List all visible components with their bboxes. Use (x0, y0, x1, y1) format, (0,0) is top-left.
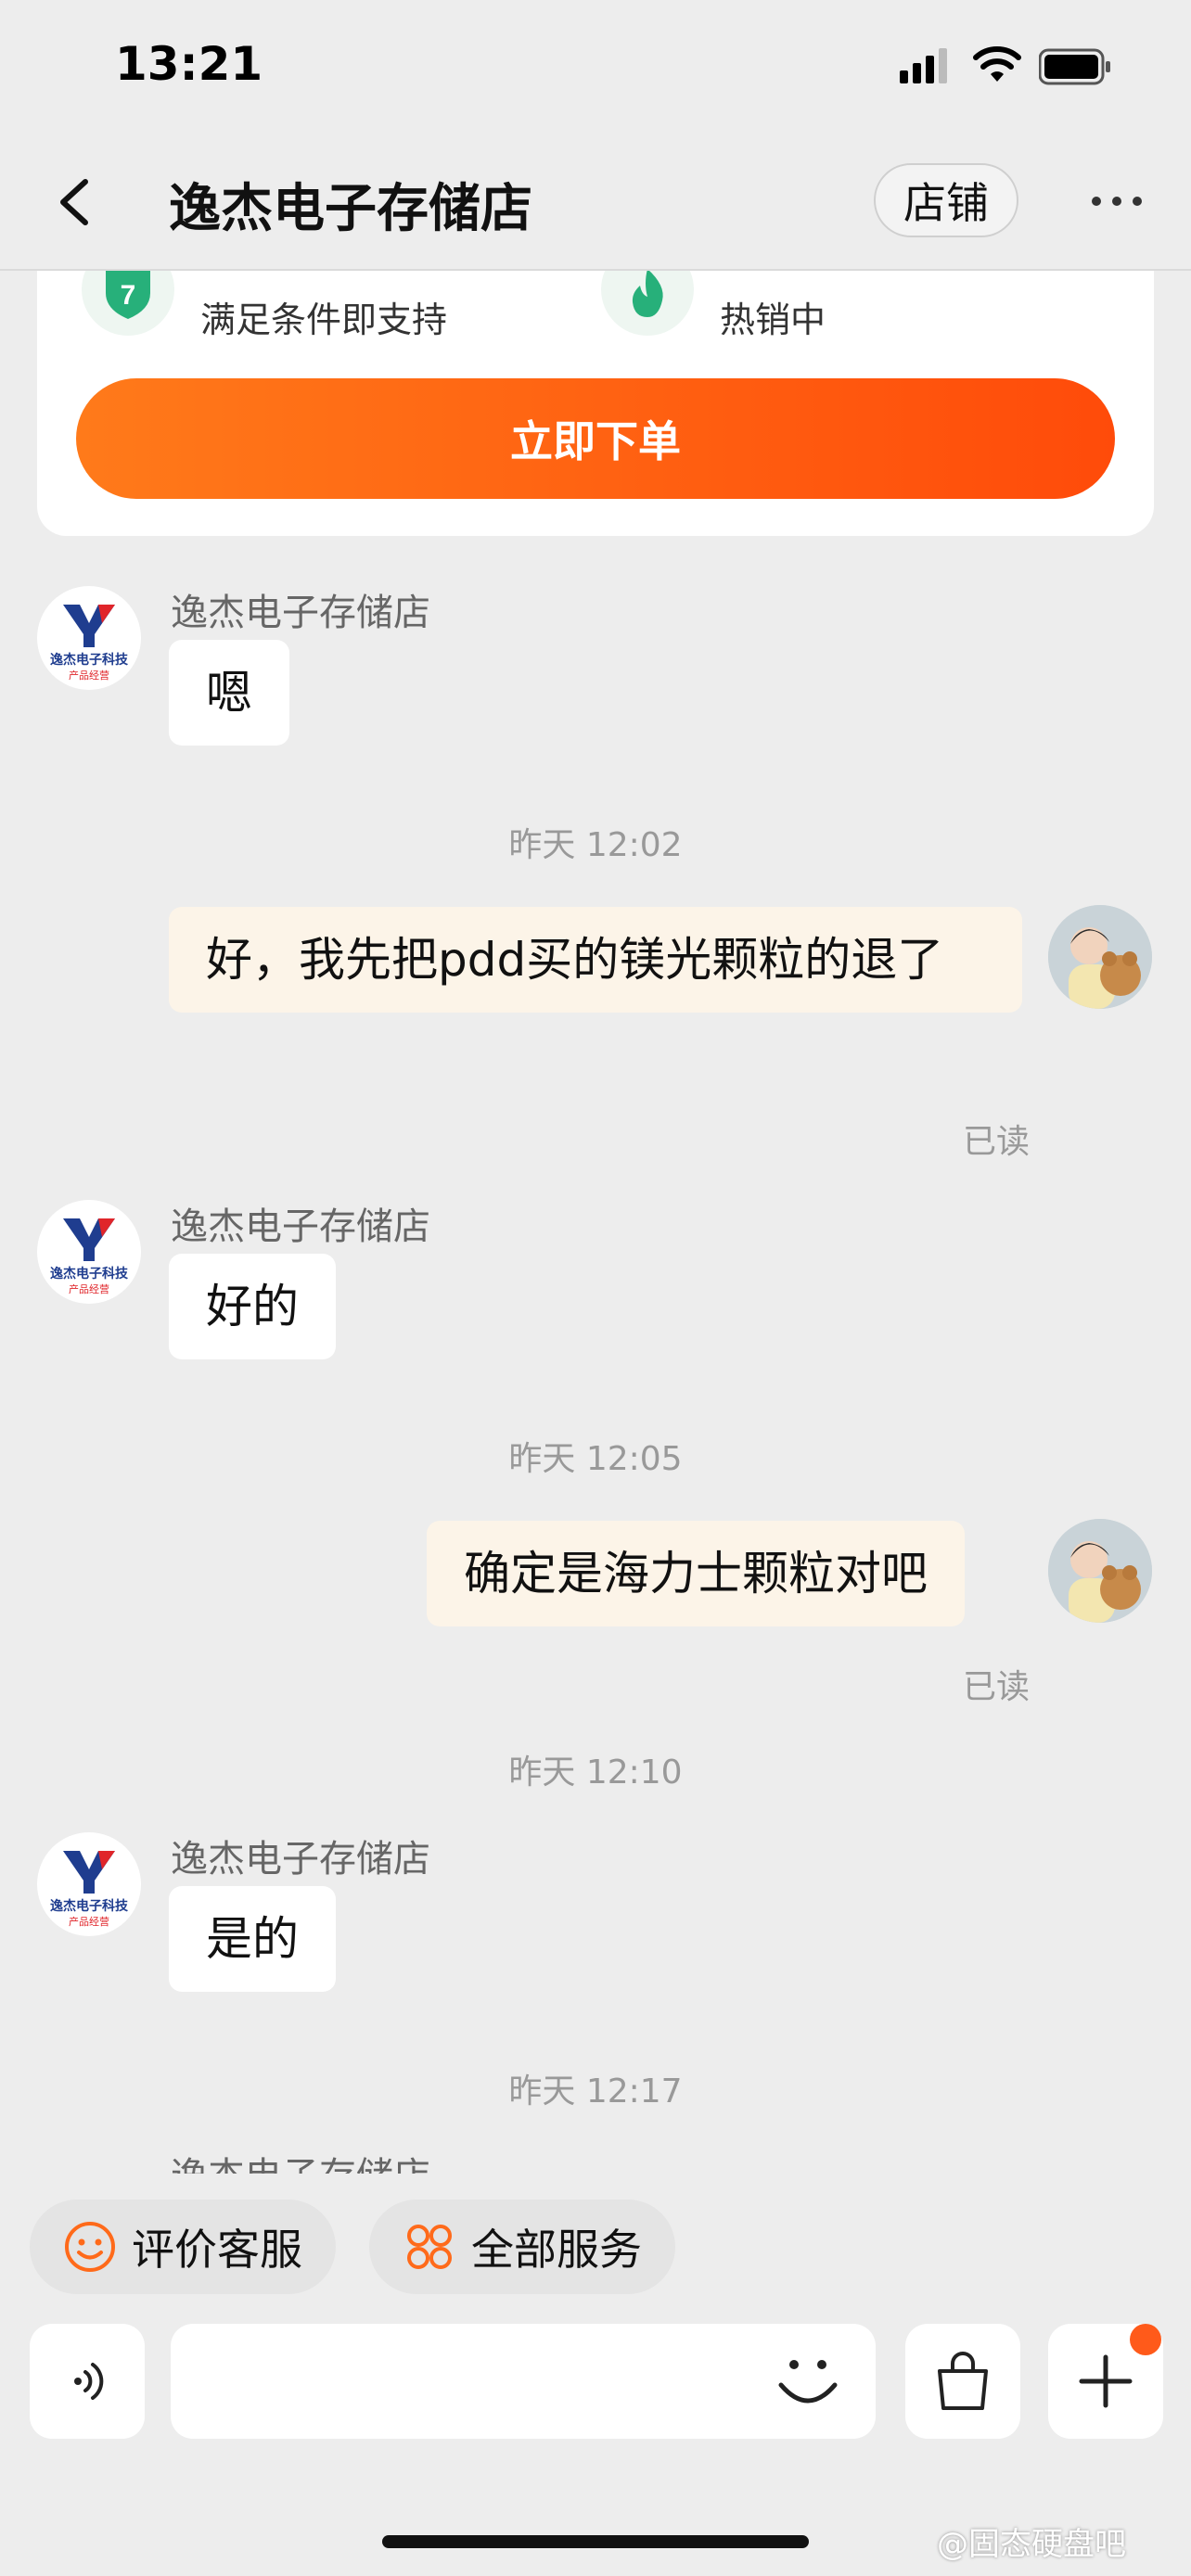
order-now-button[interactable]: 立即下单 (76, 378, 1115, 499)
message-timestamp: 昨天 12:02 (508, 826, 683, 864)
svg-text:逸杰电子科技: 逸杰电子科技 (50, 1898, 129, 1913)
wifi-icon (973, 46, 1021, 82)
user-avatar[interactable] (1048, 905, 1152, 1009)
user-photo-icon (1048, 905, 1152, 1009)
services-grid-icon (407, 2225, 452, 2269)
shop-logo-icon: 逸杰电子科技 产品经营 (50, 1218, 129, 1295)
message-bubble-in[interactable]: 嗯 (169, 640, 289, 746)
status-time: 13:21 (115, 37, 263, 91)
all-services-chip[interactable]: 全部服务 (369, 2200, 675, 2294)
emoji-icon[interactable] (775, 2352, 840, 2413)
svg-text:产品经营: 产品经营 (69, 1282, 109, 1295)
message-partial: 逸杰电子存储店 (0, 2142, 1191, 2174)
feature-right-text: 热销中 (720, 300, 826, 340)
shop-avatar[interactable]: 逸杰电子科技 产品经营 (37, 1200, 141, 1304)
battery-icon (1039, 48, 1110, 85)
shop-avatar[interactable]: 逸杰电子科技 产品经营 (37, 1832, 141, 1936)
shopping-bag-icon (938, 2352, 988, 2410)
orders-button[interactable] (905, 2324, 1020, 2439)
read-status: 已读 (963, 1668, 1031, 1706)
more-icon[interactable] (1089, 187, 1145, 215)
feature-left-text: 满足条件即支持 (200, 300, 448, 340)
message-timestamp: 昨天 12:10 (508, 1753, 683, 1792)
shop-button[interactable]: 店铺 (874, 163, 1018, 237)
page-title: 逸杰电子存储店 (169, 179, 532, 239)
smile-icon (65, 2222, 115, 2272)
voice-button[interactable] (30, 2324, 145, 2439)
user-photo-icon (1048, 1519, 1152, 1623)
rate-service-chip[interactable]: 评价客服 (30, 2200, 336, 2294)
svg-text:7: 7 (121, 280, 136, 311)
message-timestamp: 昨天 12:05 (508, 1440, 683, 1478)
watermark: @固态硬盘吧 (937, 2526, 1126, 2563)
user-avatar[interactable] (1048, 1519, 1152, 1623)
message-bubble-in[interactable]: 好的 (169, 1254, 336, 1359)
notification-dot (1130, 2324, 1161, 2355)
message-timestamp: 昨天 12:17 (508, 2072, 683, 2111)
svg-text:逸杰电子科技: 逸杰电子科技 (50, 652, 129, 667)
sender-name: 逸杰电子存储店 (171, 2146, 430, 2174)
svg-text:逸杰电子科技: 逸杰电子科技 (50, 1266, 129, 1281)
message-bubble-out[interactable]: 确定是海力士颗粒对吧 (427, 1521, 965, 1626)
read-status: 已读 (963, 1123, 1031, 1161)
back-arrow-icon[interactable] (48, 174, 104, 230)
cellular-signal-icon (900, 48, 947, 83)
all-services-label: 全部服务 (471, 2225, 642, 2275)
sender-name: 逸杰电子存储店 (171, 1205, 430, 1248)
status-bar: 13:21 (0, 0, 1191, 139)
message-bubble-in[interactable]: 是的 (169, 1886, 336, 1992)
message-bubble-out[interactable]: 好，我先把pdd买的镁光颗粒的退了 (169, 907, 1022, 1013)
home-indicator (382, 2535, 809, 2548)
plus-icon (1079, 2354, 1133, 2408)
svg-text:产品经营: 产品经营 (69, 669, 109, 682)
message-input[interactable] (171, 2324, 876, 2439)
shop-avatar[interactable]: 逸杰电子科技 产品经营 (37, 586, 141, 690)
rate-service-label: 评价客服 (132, 2225, 302, 2275)
shop-logo-icon: 逸杰电子科技 产品经营 (50, 1851, 129, 1928)
voice-icon (74, 2363, 104, 2400)
sender-name: 逸杰电子存储店 (171, 1838, 430, 1881)
shop-logo-icon: 逸杰电子科技 产品经营 (50, 605, 129, 682)
sender-name: 逸杰电子存储店 (171, 592, 430, 634)
svg-text:产品经营: 产品经营 (69, 1915, 109, 1928)
